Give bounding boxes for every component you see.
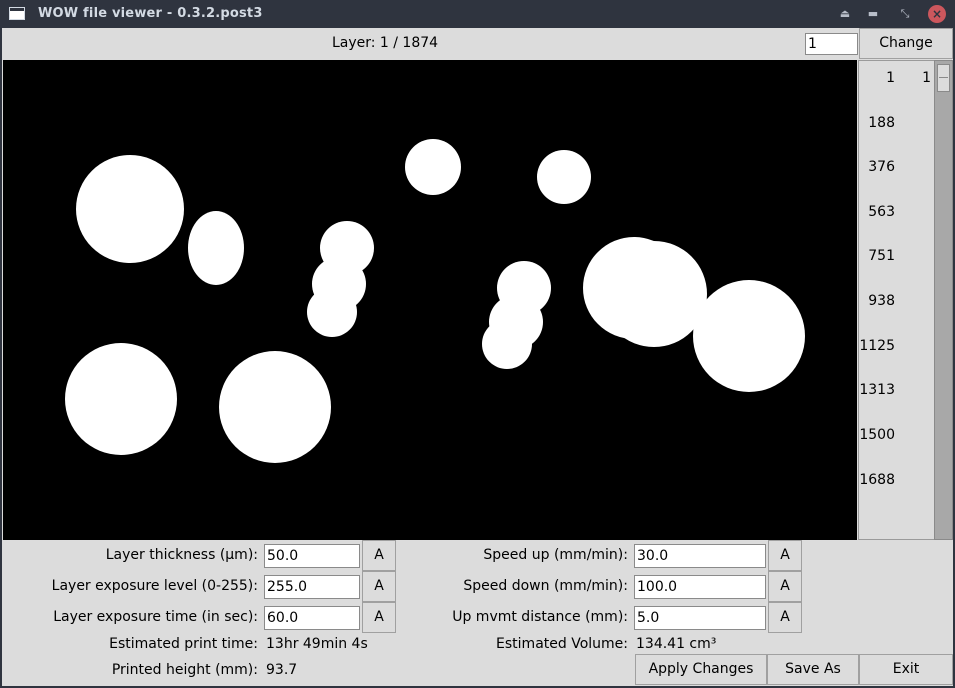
- slice-shape: [405, 139, 461, 195]
- window-title: WOW file viewer - 0.3.2.post3: [38, 6, 263, 21]
- layer-tick[interactable]: 1500: [859, 427, 895, 443]
- exposure-level-label: Layer exposure level (0-255):: [51, 578, 258, 594]
- print-time-label: Estimated print time:: [109, 636, 258, 652]
- layer-scrollbar[interactable]: [934, 60, 953, 540]
- volume-value: 134.41 cm³: [636, 636, 717, 652]
- slice-shape: [537, 150, 591, 204]
- speed-down-label: Speed down (mm/min):: [463, 578, 628, 594]
- layer-tick[interactable]: 1313: [859, 382, 895, 398]
- layer-thickness-label: Layer thickness (µm):: [105, 547, 258, 563]
- up-distance-label: Up mvmt distance (mm):: [452, 609, 628, 625]
- speed-down-apply-button[interactable]: A: [768, 571, 802, 602]
- layer-slice-image: [65, 139, 805, 463]
- minimize-icon[interactable]: ▬: [864, 5, 882, 23]
- speed-down-input[interactable]: 100.0: [634, 575, 766, 599]
- up-distance-input[interactable]: 5.0: [634, 606, 766, 630]
- save-as-button[interactable]: Save As: [767, 654, 859, 685]
- slice-shape: [307, 287, 357, 337]
- volume-label: Estimated Volume:: [496, 636, 628, 652]
- slice-shape: [188, 211, 244, 285]
- print-time-value: 13hr 49min 4s: [266, 636, 368, 652]
- exposure-time-label: Layer exposure time (in sec):: [53, 609, 258, 625]
- layer-tick[interactable]: 1: [859, 70, 895, 86]
- scrollbar-thumb[interactable]: [937, 64, 950, 92]
- layer-tick[interactable]: 1125: [859, 338, 895, 354]
- restore-icon[interactable]: ⤡: [896, 5, 914, 23]
- exit-button[interactable]: Exit: [859, 654, 953, 685]
- layer-tick[interactable]: 938: [859, 293, 895, 309]
- layer-shapes: [65, 139, 805, 463]
- layer-list[interactable]: 1 188 376 563 751 938 1125 1313 1500 168…: [858, 60, 935, 540]
- slice-shape: [482, 319, 532, 369]
- speed-up-input[interactable]: 30.0: [634, 544, 766, 568]
- layer-label: Layer: 1 / 1874: [331, 35, 439, 51]
- layer-tick[interactable]: 1688: [859, 472, 895, 488]
- exposure-time-apply-button[interactable]: A: [362, 602, 396, 633]
- layer-thickness-input[interactable]: 50.0: [264, 544, 360, 568]
- exposure-level-input[interactable]: 255.0: [264, 575, 360, 599]
- exposure-time-input[interactable]: 60.0: [264, 606, 360, 630]
- speed-up-apply-button[interactable]: A: [768, 540, 802, 571]
- up-distance-apply-button[interactable]: A: [768, 602, 802, 633]
- slice-shape: [65, 343, 177, 455]
- layer-number-input[interactable]: 1: [805, 33, 858, 55]
- speed-up-label: Speed up (mm/min):: [483, 547, 628, 563]
- slice-shape: [693, 280, 805, 392]
- eject-icon[interactable]: ⏏: [836, 5, 854, 23]
- slice-shape: [219, 351, 331, 463]
- apply-changes-button[interactable]: Apply Changes: [635, 654, 767, 685]
- layer-tick[interactable]: 188: [859, 115, 895, 131]
- exposure-level-apply-button[interactable]: A: [362, 571, 396, 602]
- layer-thickness-apply-button[interactable]: A: [362, 540, 396, 571]
- layer-tick[interactable]: 376: [859, 159, 895, 175]
- app-window-icon: [9, 7, 25, 20]
- printed-height-value: 93.7: [266, 662, 298, 678]
- layer-preview-canvas: [3, 60, 857, 540]
- close-icon[interactable]: ×: [928, 5, 946, 23]
- layer-tick[interactable]: 751: [859, 248, 895, 264]
- title-bar: WOW file viewer - 0.3.2.post3 ⏏ ▬ ⤡ ×: [0, 0, 955, 28]
- slice-shape: [76, 155, 184, 263]
- current-layer-marker: 1: [922, 70, 931, 86]
- slice-shape: [601, 241, 707, 347]
- printed-height-label: Printed height (mm):: [111, 662, 258, 678]
- layer-tick[interactable]: 563: [859, 204, 895, 220]
- main-window: Layer: 1 / 1874 1 Change 1 188 376 563 7…: [2, 28, 953, 686]
- change-button[interactable]: Change: [859, 28, 953, 59]
